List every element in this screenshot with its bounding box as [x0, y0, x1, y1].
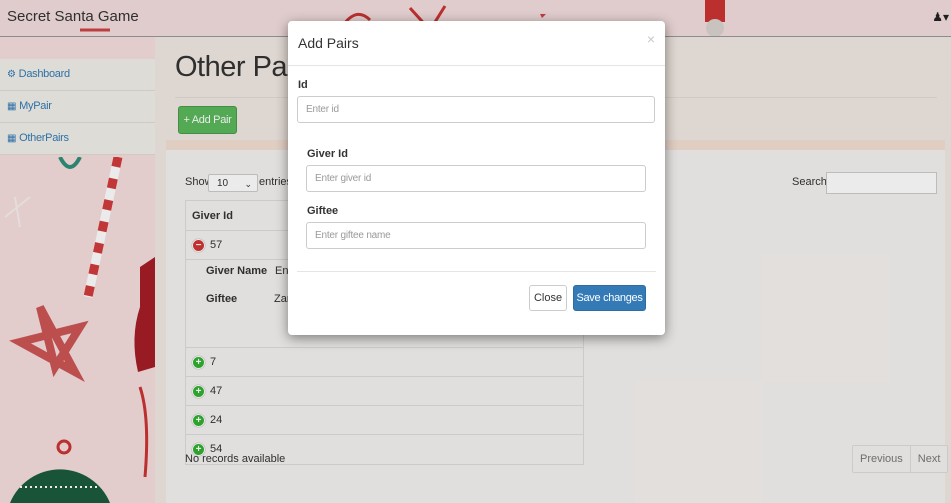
close-button[interactable]: Close [529, 285, 567, 311]
save-changes-button[interactable]: Save changes [573, 285, 646, 311]
giver-id-placeholder: Enter giver id [315, 173, 372, 184]
modal-footer-divider [297, 271, 656, 272]
close-icon[interactable]: × [647, 31, 655, 47]
giftee-label: Giftee [307, 205, 339, 217]
modal-header-divider [288, 65, 665, 66]
giver-id-input[interactable]: Enter giver id [306, 165, 646, 192]
id-placeholder: Enter id [306, 104, 339, 115]
giver-id-label: Giver Id [307, 148, 348, 160]
id-label: Id [298, 79, 308, 91]
add-pairs-modal: Add Pairs × Id Enter id Giver Id Enter g… [288, 21, 665, 335]
giftee-input[interactable]: Enter giftee name [306, 222, 646, 249]
id-input[interactable]: Enter id [297, 96, 655, 123]
giftee-placeholder: Enter giftee name [315, 230, 391, 241]
modal-title: Add Pairs [298, 35, 359, 51]
